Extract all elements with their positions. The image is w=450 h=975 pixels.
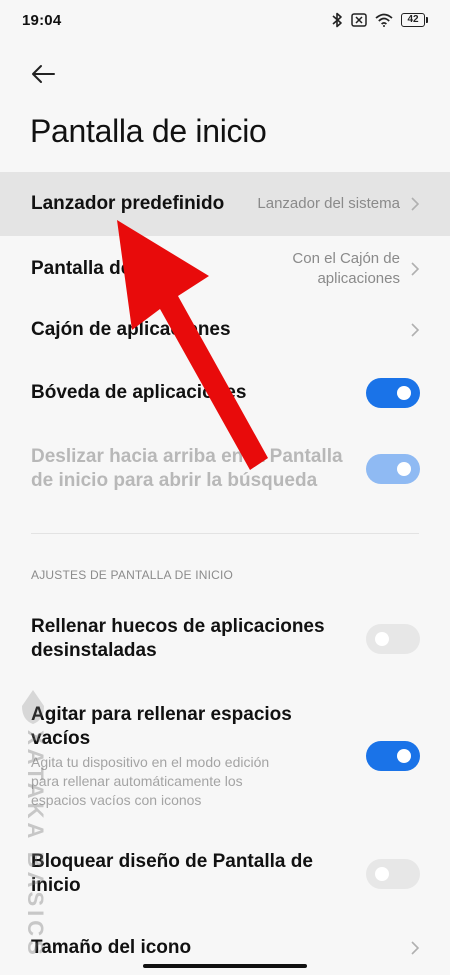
shake-fill-desc-line1: Agita tu dispositivo en el modo edición bbox=[31, 753, 270, 770]
lock-layout-row[interactable]: Bloquear diseño de Pantalla de inicio bbox=[0, 843, 450, 905]
fill-gaps-label: Rellenar huecos de aplicaciones desinsta… bbox=[31, 615, 325, 663]
home-screen-value-line1: Con el Cajón de bbox=[292, 250, 400, 267]
bluetooth-icon bbox=[331, 12, 343, 28]
home-indicator[interactable] bbox=[143, 964, 307, 968]
shake-fill-desc-line3: espacios vacíos con iconos bbox=[31, 791, 202, 808]
watermark-text: XATAKA BASICS bbox=[23, 730, 48, 959]
shake-fill-text: Agitar para rellenar espacios vacíos Agi… bbox=[31, 703, 292, 810]
status-time: 19:04 bbox=[22, 11, 62, 29]
fill-gaps-label-line1: Rellenar huecos de aplicaciones bbox=[31, 616, 325, 637]
shake-fill-desc-line2: para rellenar automáticamente los bbox=[31, 772, 243, 789]
home-screen-value-line2: aplicaciones bbox=[317, 270, 400, 287]
section-header: AJUSTES DE PANTALLA DE INICIO bbox=[31, 568, 234, 582]
shake-fill-label-line1: Agitar para rellenar espacios bbox=[31, 703, 292, 725]
no-sim-icon bbox=[351, 13, 367, 27]
chevron-right-icon bbox=[411, 941, 420, 955]
shake-fill-row[interactable]: Agitar para rellenar espacios vacíos Agi… bbox=[0, 696, 450, 816]
chevron-right-icon bbox=[411, 262, 420, 276]
status-icons: 42 bbox=[331, 12, 428, 28]
swipe-search-row: Deslizar hacia arriba en la Pantalla de … bbox=[0, 438, 450, 500]
page-title: Pantalla de inicio bbox=[30, 113, 267, 149]
shake-fill-toggle[interactable] bbox=[366, 741, 420, 771]
lock-layout-label: Bloquear diseño de Pantalla de inicio bbox=[31, 850, 313, 898]
app-vault-row[interactable]: Bóveda de aplicaciones bbox=[0, 362, 450, 424]
shake-fill-label: Agitar para rellenar espacios vacíos bbox=[31, 703, 292, 751]
default-launcher-label: Lanzador predefinido bbox=[31, 193, 225, 214]
divider bbox=[31, 533, 419, 534]
home-screen-value: Con el Cajón de aplicaciones bbox=[292, 249, 400, 289]
lock-layout-toggle[interactable] bbox=[366, 859, 420, 889]
app-drawer-label: Cajón de aplicaciones bbox=[31, 319, 231, 340]
fill-gaps-label-line2: desinstaladas bbox=[31, 640, 157, 661]
icon-size-label: Tamaño del icono bbox=[31, 937, 192, 958]
swipe-search-label-line1: Deslizar hacia arriba en la Pantalla bbox=[31, 446, 343, 467]
swipe-search-label-line2: de inicio para abrir la búsqueda bbox=[31, 470, 318, 491]
back-button[interactable] bbox=[30, 58, 66, 90]
battery-level: 42 bbox=[401, 13, 425, 27]
wifi-icon bbox=[375, 13, 393, 27]
chevron-right-icon bbox=[411, 323, 420, 337]
app-vault-toggle[interactable] bbox=[366, 378, 420, 408]
status-bar: 19:04 42 bbox=[0, 0, 450, 40]
arrow-left-icon bbox=[32, 65, 55, 83]
app-drawer-row[interactable]: Cajón de aplicaciones bbox=[0, 300, 450, 360]
fill-gaps-toggle[interactable] bbox=[366, 624, 420, 654]
watermark-logo-icon bbox=[22, 690, 44, 724]
swipe-search-label: Deslizar hacia arriba en la Pantalla de … bbox=[31, 445, 343, 493]
home-screen-row[interactable]: Pantalla de inicio Con el Cajón de aplic… bbox=[0, 236, 450, 302]
shake-fill-description: Agita tu dispositivo en el modo edición … bbox=[31, 753, 292, 810]
home-screen-label: Pantalla de inicio bbox=[31, 258, 187, 279]
default-launcher-value: Lanzador del sistema bbox=[257, 195, 400, 212]
app-vault-label: Bóveda de aplicaciones bbox=[31, 382, 247, 403]
lock-layout-label-line1: Bloquear diseño de Pantalla de bbox=[31, 851, 313, 872]
fill-gaps-row[interactable]: Rellenar huecos de aplicaciones desinsta… bbox=[0, 608, 450, 670]
swipe-search-toggle bbox=[366, 454, 420, 484]
chevron-right-icon bbox=[411, 197, 420, 211]
battery-icon: 42 bbox=[401, 13, 428, 27]
default-launcher-row[interactable]: Lanzador predefinido Lanzador del sistem… bbox=[0, 172, 450, 236]
